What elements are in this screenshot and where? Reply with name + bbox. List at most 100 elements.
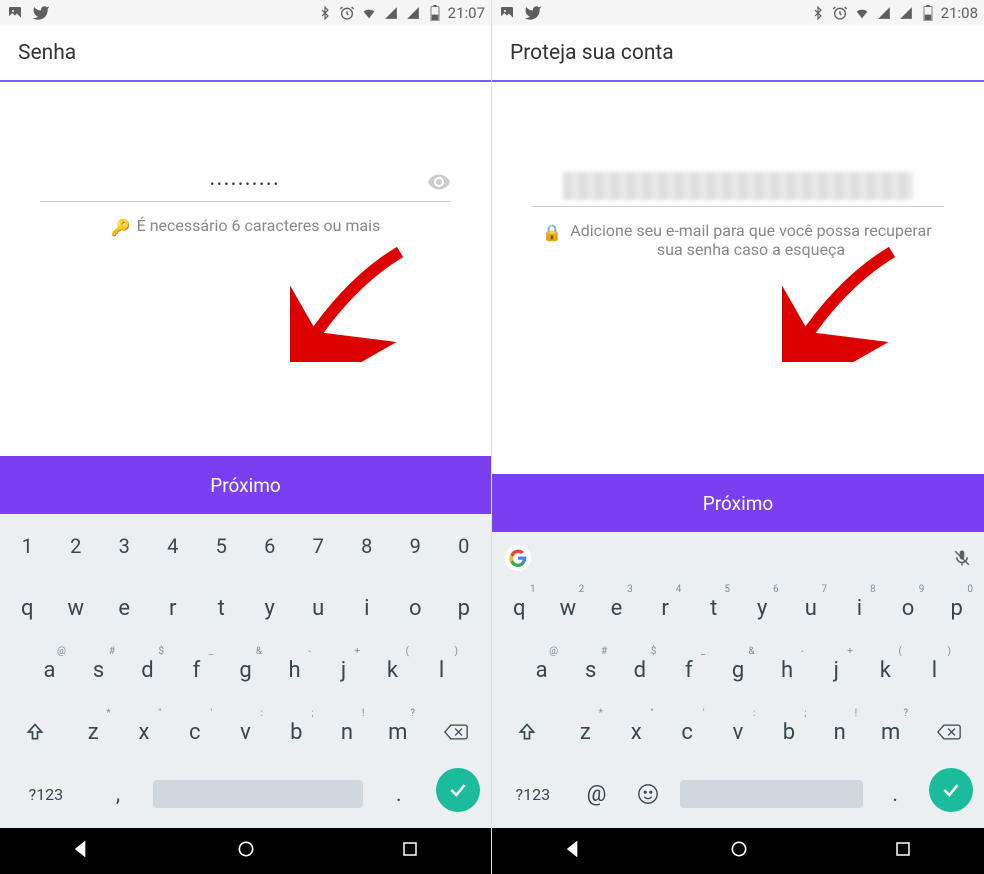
key-j[interactable]: j+: [814, 644, 859, 696]
next-label: Próximo: [703, 492, 773, 515]
key-q[interactable]: q1: [497, 582, 542, 634]
shift-key[interactable]: [5, 706, 66, 758]
home-button[interactable]: [709, 831, 769, 871]
key-8[interactable]: 8: [345, 520, 390, 572]
key-d[interactable]: d$: [125, 644, 170, 696]
battery-icon: [426, 4, 444, 22]
key-e[interactable]: e: [102, 582, 147, 634]
symbols-key[interactable]: ?123: [497, 768, 569, 820]
period-key[interactable]: .: [871, 768, 919, 820]
email-input[interactable]: [532, 172, 944, 207]
gallery-icon: [6, 4, 24, 22]
key-j[interactable]: j+: [321, 644, 366, 696]
recents-button[interactable]: [381, 832, 439, 870]
key-z[interactable]: z*: [562, 706, 609, 758]
key-c[interactable]: c': [171, 706, 218, 758]
enter-key[interactable]: [436, 768, 480, 812]
key-x[interactable]: x": [613, 706, 660, 758]
next-button[interactable]: Próximo: [0, 456, 491, 514]
home-button[interactable]: [216, 831, 276, 871]
key-b[interactable]: b;: [765, 706, 812, 758]
key-2[interactable]: 2: [54, 520, 99, 572]
google-icon[interactable]: [505, 545, 531, 571]
key-u[interactable]: u7: [789, 582, 834, 634]
key-f[interactable]: f_: [666, 644, 711, 696]
key-o[interactable]: o: [393, 582, 438, 634]
key-g[interactable]: g&: [715, 644, 760, 696]
key-m[interactable]: m?: [374, 706, 421, 758]
backspace-key[interactable]: [425, 706, 486, 758]
space-key[interactable]: [149, 768, 367, 820]
signal-icon-2: [897, 4, 915, 22]
mic-off-icon[interactable]: [953, 549, 971, 567]
key-l[interactable]: l): [419, 644, 464, 696]
key-k[interactable]: k(: [863, 644, 908, 696]
key-h[interactable]: h-: [272, 644, 317, 696]
key-t[interactable]: t5: [691, 582, 736, 634]
key-l[interactable]: l): [912, 644, 957, 696]
back-button[interactable]: [544, 831, 604, 871]
key-3[interactable]: 3: [102, 520, 147, 572]
key-b[interactable]: b;: [273, 706, 320, 758]
shift-key[interactable]: [497, 706, 558, 758]
key-o[interactable]: o9: [886, 582, 931, 634]
key-t[interactable]: t: [199, 582, 244, 634]
key-r[interactable]: r: [151, 582, 196, 634]
key-p[interactable]: p0: [934, 582, 979, 634]
space-key[interactable]: [676, 768, 867, 820]
backspace-key[interactable]: [918, 706, 979, 758]
emoji-key[interactable]: [624, 768, 672, 820]
key-q[interactable]: q: [5, 582, 50, 634]
nav-bar: [492, 828, 984, 874]
password-input[interactable]: ••••••••••: [40, 172, 451, 202]
key-p[interactable]: p: [442, 582, 487, 634]
key-x[interactable]: x": [121, 706, 168, 758]
annotation-arrow: [782, 242, 902, 362]
key-s[interactable]: s#: [76, 644, 121, 696]
at-key[interactable]: @: [573, 768, 621, 820]
key-s[interactable]: s#: [568, 644, 613, 696]
key-h[interactable]: h-: [765, 644, 810, 696]
symbols-key[interactable]: ?123: [5, 768, 87, 820]
key-a[interactable]: a@: [27, 644, 72, 696]
next-button[interactable]: Próximo: [492, 474, 984, 532]
gallery-icon: [498, 4, 516, 22]
key-i[interactable]: i: [345, 582, 390, 634]
visibility-toggle-icon[interactable]: [427, 170, 451, 198]
key-9[interactable]: 9: [393, 520, 438, 572]
key-k[interactable]: k(: [370, 644, 415, 696]
enter-key[interactable]: [929, 768, 973, 812]
key-0[interactable]: 0: [442, 520, 487, 572]
key-1[interactable]: 1: [5, 520, 50, 572]
comma-key[interactable]: ,: [91, 768, 146, 820]
key-y[interactable]: y: [248, 582, 293, 634]
helper-text-row: 🔒 Adicione seu e-mail para que você poss…: [532, 221, 944, 259]
key-w[interactable]: w: [54, 582, 99, 634]
key-f[interactable]: f_: [174, 644, 219, 696]
key-a[interactable]: a@: [519, 644, 564, 696]
key-e[interactable]: e3: [594, 582, 639, 634]
key-i[interactable]: i8: [837, 582, 882, 634]
key-u[interactable]: u: [296, 582, 341, 634]
key-v[interactable]: v:: [715, 706, 762, 758]
back-button[interactable]: [52, 831, 112, 871]
key-z[interactable]: z*: [70, 706, 117, 758]
recents-button[interactable]: [874, 832, 932, 870]
key-7[interactable]: 7: [296, 520, 341, 572]
key-m[interactable]: m?: [867, 706, 914, 758]
key-6[interactable]: 6: [248, 520, 293, 572]
key-v[interactable]: v:: [222, 706, 269, 758]
period-key[interactable]: .: [371, 768, 426, 820]
password-value: ••••••••••: [210, 177, 281, 191]
key-n[interactable]: n!: [324, 706, 371, 758]
key-g[interactable]: g&: [223, 644, 268, 696]
key-4[interactable]: 4: [151, 520, 196, 572]
key-y[interactable]: y6: [740, 582, 785, 634]
key-r[interactable]: r4: [643, 582, 688, 634]
key-5[interactable]: 5: [199, 520, 244, 572]
key-c[interactable]: c': [664, 706, 711, 758]
key-n[interactable]: n!: [816, 706, 863, 758]
lock-icon: 🔒: [542, 223, 562, 242]
key-d[interactable]: d$: [617, 644, 662, 696]
key-w[interactable]: w2: [546, 582, 591, 634]
